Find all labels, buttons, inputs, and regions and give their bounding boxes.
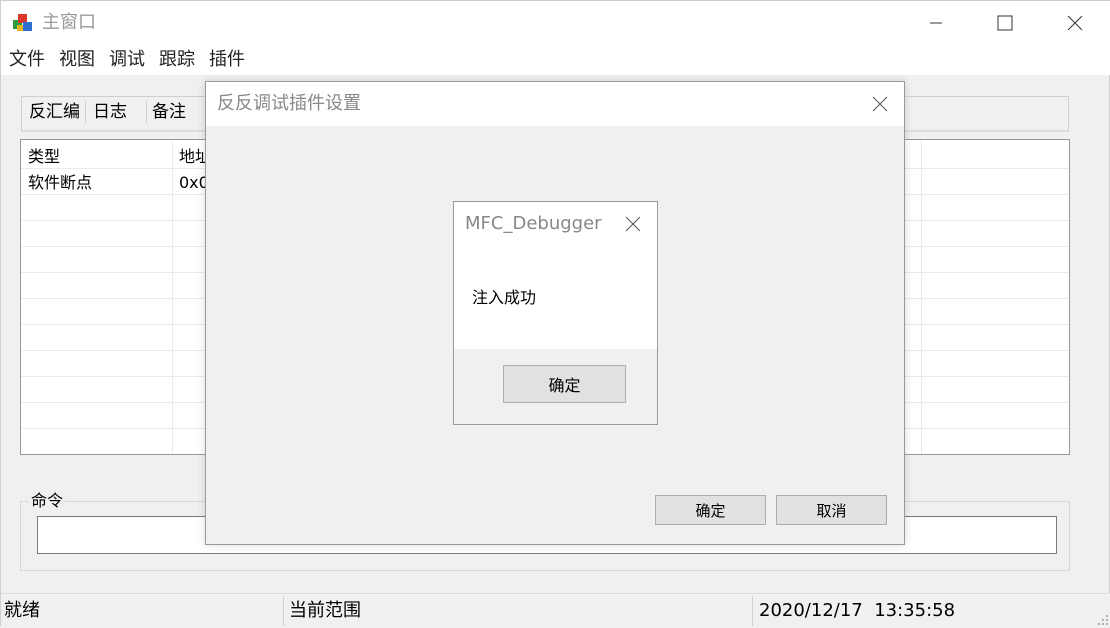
column-header-type[interactable]: 类型 (28, 147, 60, 167)
minimize-icon (930, 22, 942, 24)
maximize-button[interactable] (982, 1, 1028, 45)
close-icon (872, 96, 888, 112)
tab-disassembly[interactable]: 反汇编 (24, 101, 86, 123)
settings-close-button[interactable] (866, 92, 894, 116)
status-bar: 就绪 当前范围 2020/12/17 13:35:58 (1, 593, 1110, 628)
message-box-ok-button[interactable]: 确定 (503, 365, 626, 403)
status-ready: 就绪 (4, 600, 40, 621)
settings-ok-button[interactable]: 确定 (655, 495, 766, 525)
tab-notes[interactable]: 备注 (147, 101, 206, 123)
menu-plugin[interactable]: 插件 (209, 49, 245, 71)
message-box-close-button[interactable] (620, 213, 646, 235)
menu-trace[interactable]: 跟踪 (159, 49, 195, 71)
message-box-text: 注入成功 (472, 288, 537, 307)
window-title: 主窗口 (42, 12, 96, 33)
settings-cancel-button[interactable]: 取消 (776, 495, 887, 525)
status-datetime: 2020/12/17 13:35:58 (759, 600, 956, 621)
minimize-button[interactable] (913, 1, 959, 45)
maximize-icon (997, 15, 1013, 31)
title-bar: 主窗口 (1, 1, 1110, 45)
table-cell-type[interactable]: 软件断点 (28, 173, 92, 193)
close-icon (625, 216, 641, 232)
app-icon (12, 12, 34, 34)
menu-debug[interactable]: 调试 (109, 49, 145, 71)
message-box: MFC_Debugger 注入成功 确定 (453, 201, 658, 425)
command-label: 命令 (29, 491, 66, 511)
close-icon (1067, 15, 1083, 31)
message-box-title: MFC_Debugger (465, 213, 602, 234)
message-box-content: MFC_Debugger 注入成功 (454, 202, 657, 349)
menu-view[interactable]: 视图 (59, 49, 95, 71)
status-current-range: 当前范围 (289, 600, 361, 621)
menu-file[interactable]: 文件 (9, 49, 45, 71)
settings-dialog-title: 反反调试插件设置 (217, 93, 361, 114)
resize-grip-icon[interactable] (1095, 612, 1109, 626)
menu-bar: 文件 视图 调试 跟踪 插件 (1, 45, 1110, 75)
settings-title-bar: 反反调试插件设置 (206, 82, 904, 126)
close-button[interactable] (1052, 1, 1098, 45)
tab-log[interactable]: 日志 (88, 101, 147, 123)
